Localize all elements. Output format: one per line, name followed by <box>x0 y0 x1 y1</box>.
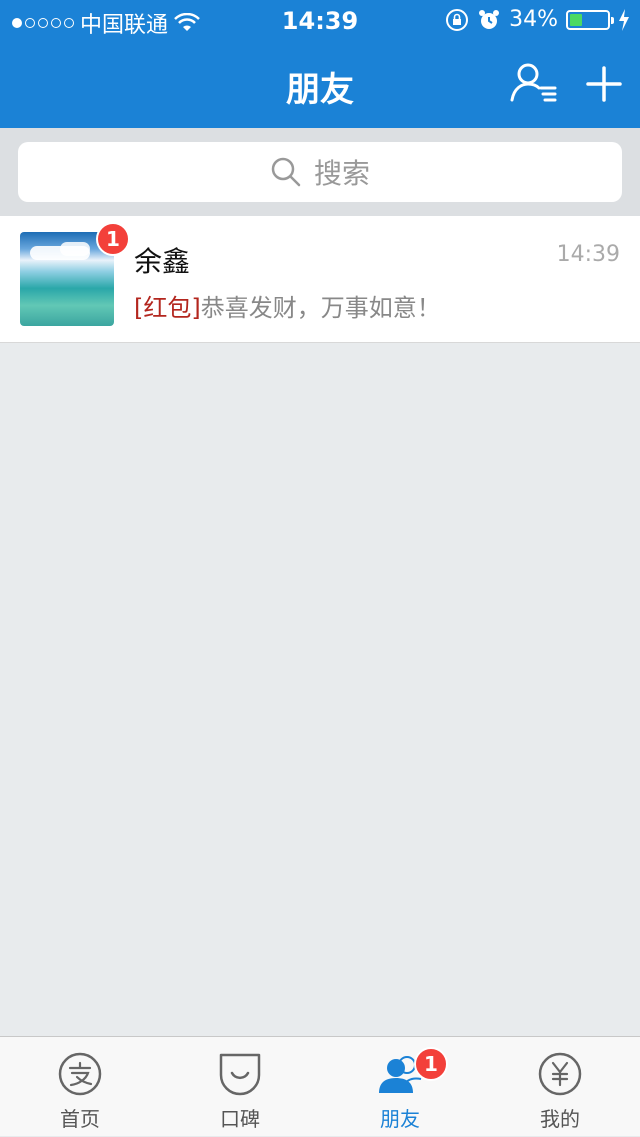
plus-icon <box>586 66 622 102</box>
status-right: 34% <box>445 7 630 32</box>
tab-friends[interactable]: 1 朋友 <box>320 1037 480 1137</box>
battery-percent: 34% <box>509 7 558 32</box>
battery-icon <box>566 9 614 30</box>
tab-label: 朋友 <box>380 1107 420 1131</box>
signal-dots-icon <box>12 18 74 28</box>
alipay-icon <box>58 1052 102 1096</box>
unread-badge: 1 <box>96 222 130 256</box>
chat-preview: [红包]恭喜发财，万事如意！ <box>134 288 441 323</box>
status-bar: 中国联通 14:39 34% <box>0 0 640 40</box>
contacts-button[interactable] <box>508 60 560 108</box>
search-placeholder: 搜索 <box>313 157 370 190</box>
tab-bar: 首页 口碑 1 朋友 我的 <box>0 1036 640 1136</box>
tab-koubei[interactable]: 口碑 <box>160 1037 320 1137</box>
red-packet-tag: [红包] <box>134 294 201 322</box>
nav-bar: 朋友 <box>0 40 640 128</box>
tab-home[interactable]: 首页 <box>0 1037 160 1137</box>
chat-time: 14:39 <box>556 242 620 267</box>
alarm-icon <box>479 9 500 29</box>
preview-text: 恭喜发财，万事如意！ <box>200 294 441 322</box>
search-input[interactable]: 搜索 <box>18 142 622 202</box>
search-icon <box>271 157 301 187</box>
tab-badge: 1 <box>414 1047 448 1081</box>
carrier-name: 中国联通 <box>80 13 169 38</box>
tab-label: 我的 <box>540 1107 580 1131</box>
rotation-lock-icon <box>446 8 469 31</box>
add-button[interactable] <box>580 60 628 108</box>
contacts-list-icon <box>510 63 557 102</box>
status-left: 中国联通 <box>12 7 200 39</box>
chat-name: 余鑫 <box>134 245 191 278</box>
charging-icon <box>619 8 629 31</box>
wallet-yen-icon <box>538 1052 582 1096</box>
wifi-icon <box>174 13 200 31</box>
tab-label: 口碑 <box>220 1107 260 1131</box>
search-area: 搜索 <box>0 128 640 216</box>
tab-label: 首页 <box>60 1107 100 1131</box>
tab-mine[interactable]: 我的 <box>480 1037 640 1137</box>
koubei-icon <box>219 1053 261 1096</box>
